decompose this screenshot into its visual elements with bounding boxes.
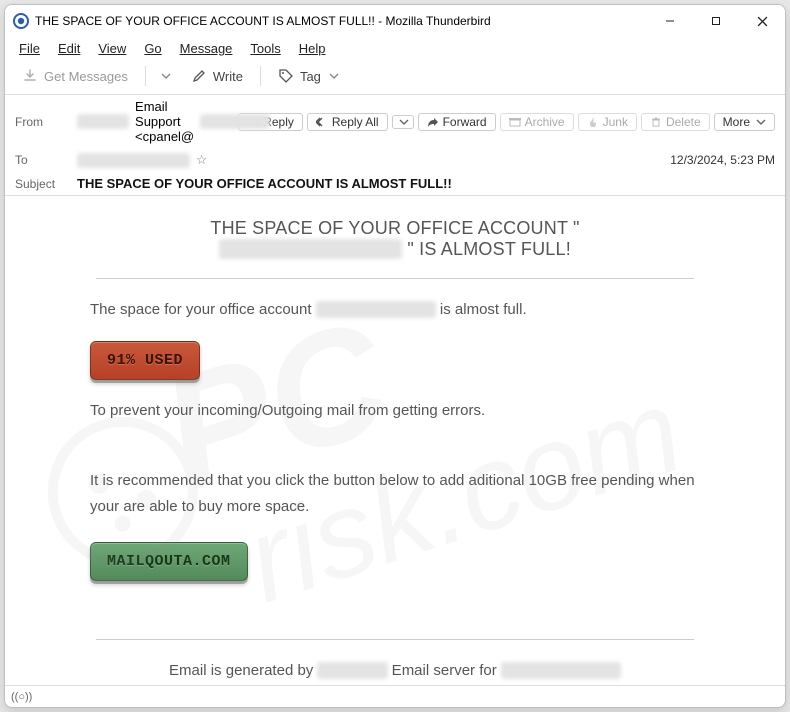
mail-paragraph: It is recommended that you click the but… [90, 468, 700, 520]
menu-go[interactable]: Go [136, 39, 169, 58]
menu-file[interactable]: File [11, 39, 48, 58]
from-value: XXXXXX Email Support <cpanel@XXXXXXXX> ☆ [77, 99, 230, 144]
menu-help[interactable]: Help [291, 39, 334, 58]
reply-all-icon [316, 116, 328, 128]
chevron-down-icon [329, 71, 339, 81]
chevron-down-icon [161, 71, 171, 81]
divider [96, 278, 694, 279]
menu-edit[interactable]: Edit [50, 39, 88, 58]
forward-icon [427, 116, 439, 128]
minimize-button[interactable] [647, 5, 693, 37]
message-headers: From XXXXXX Email Support <cpanel@ XXXXXX… [5, 95, 785, 196]
write-button[interactable]: Write [182, 64, 252, 88]
get-messages-label: Get Messages [44, 69, 128, 84]
message-date: 12/3/2024, 5:23 PM [670, 153, 775, 167]
chevron-down-icon [399, 117, 409, 127]
from-display: Email Support <cpanel@ [135, 99, 194, 144]
divider [96, 639, 694, 640]
from-row: From XXXXXX Email Support <cpanel@ XXXXXX… [5, 95, 785, 148]
archive-button[interactable]: Archive [500, 113, 574, 131]
subject-row: Subject THE SPACE OF YOUR OFFICE ACCOUNT… [5, 172, 785, 195]
junk-button[interactable]: Junk [578, 113, 637, 131]
window-controls [647, 5, 785, 37]
menu-message[interactable]: Message [172, 39, 241, 58]
chevron-down-icon [756, 117, 766, 127]
window-title: THE SPACE OF YOUR OFFICE ACCOUNT IS ALMO… [35, 14, 647, 28]
message-body: PC risk.com THE SPACE OF YOUR OFFICE ACC… [5, 196, 785, 685]
app-window: THE SPACE OF YOUR OFFICE ACCOUNT IS ALMO… [4, 4, 786, 708]
get-messages-dropdown[interactable] [154, 67, 176, 85]
contact-star-icon[interactable]: ☆ [196, 152, 208, 168]
get-messages-button[interactable]: Get Messages [13, 64, 137, 88]
status-bar: ((○)) [5, 685, 785, 707]
tag-icon [278, 68, 294, 84]
from-label: From [15, 115, 69, 129]
write-label: Write [213, 69, 243, 84]
reply-all-button[interactable]: Reply All [307, 113, 388, 131]
email-content: THE SPACE OF YOUR OFFICE ACCOUNT " XXXXX… [90, 218, 700, 684]
forward-button[interactable]: Forward [418, 113, 496, 131]
separator [145, 66, 146, 86]
redacted-text: XXXXXX [77, 114, 129, 129]
redacted-text: XXXXXXXXXXXX [316, 301, 436, 318]
cta-button[interactable]: MAILQOUTA.COM [90, 542, 248, 581]
subject-value: THE SPACE OF YOUR OFFICE ACCOUNT IS ALMO… [77, 176, 775, 191]
usage-badge[interactable]: 91% USED [90, 341, 200, 380]
pencil-icon [191, 68, 207, 84]
to-label: To [15, 153, 69, 167]
to-value: XXXXXXXXXXXXX ☆ [77, 152, 662, 168]
delete-button[interactable]: Delete [641, 113, 710, 131]
download-icon [22, 68, 38, 84]
title-bar: THE SPACE OF YOUR OFFICE ACCOUNT IS ALMO… [5, 5, 785, 37]
mail-paragraph: To prevent your incoming/Outgoing mail f… [90, 398, 700, 424]
mail-footer: Email is generated by XXXXXXX Email serv… [90, 658, 700, 684]
redacted-text: XXXXXXX [317, 662, 387, 679]
close-button[interactable] [739, 5, 785, 37]
header-actions: Reply Reply All Forward Archive Junk Del… [238, 113, 775, 131]
maximize-button[interactable] [693, 5, 739, 37]
mail-heading: THE SPACE OF YOUR OFFICE ACCOUNT " XXXXX… [90, 218, 700, 260]
more-button[interactable]: More [714, 113, 775, 131]
redacted-text: XXXXXXXXXXXXX [77, 153, 190, 168]
redacted-text: XXXXXXXX [200, 114, 269, 129]
menu-tools[interactable]: Tools [242, 39, 288, 58]
redacted-text: XXXXXXXXXXXXXXX [219, 239, 402, 259]
flame-icon [587, 116, 599, 128]
activity-icon: ((○)) [11, 691, 32, 703]
app-icon [13, 13, 29, 29]
reply-all-dropdown[interactable] [392, 115, 414, 129]
trash-icon [650, 116, 662, 128]
redacted-text: XXXXXXXXXXXX [501, 662, 621, 679]
mail-paragraph: The space for your office account XXXXXX… [90, 297, 700, 323]
menu-view[interactable]: View [90, 39, 134, 58]
tag-label: Tag [300, 69, 321, 84]
tag-button[interactable]: Tag [269, 64, 348, 88]
subject-label: Subject [15, 177, 69, 191]
archive-icon [509, 116, 521, 128]
to-row: To XXXXXXXXXXXXX ☆ 12/3/2024, 5:23 PM [5, 148, 785, 172]
menu-bar: File Edit View Go Message Tools Help [5, 37, 785, 60]
separator [260, 66, 261, 86]
toolbar: Get Messages Write Tag [5, 60, 785, 95]
